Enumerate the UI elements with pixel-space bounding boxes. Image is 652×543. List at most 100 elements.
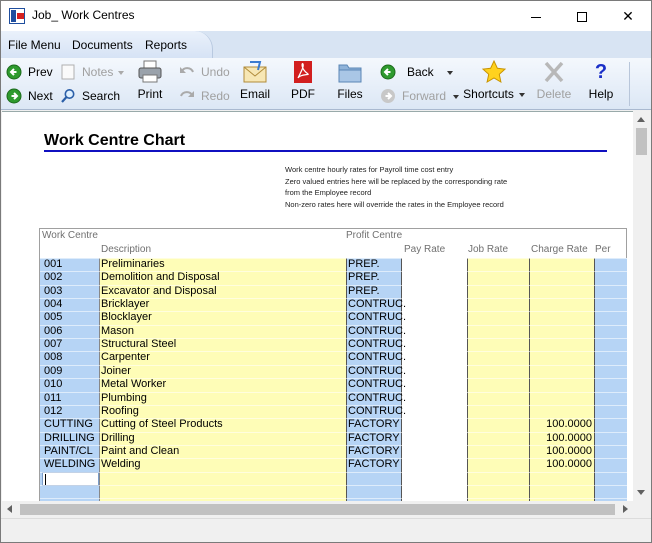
files-button[interactable]: Files	[335, 60, 365, 101]
profit-centre-cell[interactable]: PREP.	[348, 258, 380, 271]
description-cell[interactable]: Welding	[101, 458, 141, 471]
table-row[interactable]: 009 Joiner CONTRUC.	[40, 365, 627, 378]
profit-centre-cell[interactable]: CONTRUC.	[348, 392, 406, 405]
scroll-right-icon[interactable]	[623, 505, 628, 513]
description-cell[interactable]: Bricklayer	[101, 298, 149, 311]
menu-reports[interactable]: Reports	[145, 38, 187, 52]
horizontal-scroll-thumb[interactable]	[20, 504, 615, 515]
forward-button[interactable]: Forward	[380, 86, 460, 106]
minimize-button[interactable]	[513, 1, 559, 31]
profit-centre-cell[interactable]: FACTORY	[348, 445, 400, 458]
work-centre-cell[interactable]: PAINT/CL	[44, 445, 93, 458]
description-cell[interactable]: Mason	[101, 325, 134, 338]
work-centre-cell[interactable]: 001	[44, 258, 62, 271]
table-row[interactable]: 001 Preliminaries PREP.	[40, 258, 627, 271]
undo-button[interactable]: Undo	[179, 62, 233, 82]
redo-button[interactable]: Redo	[179, 86, 233, 106]
menu-documents[interactable]: Documents	[72, 38, 133, 52]
maximize-button[interactable]	[559, 1, 605, 31]
work-centre-cell[interactable]: 003	[44, 285, 62, 298]
description-cell[interactable]: Roofing	[101, 405, 139, 418]
vertical-scroll-thumb[interactable]	[636, 128, 647, 155]
table-row[interactable]: 004 Bricklayer CONTRUC.	[40, 298, 627, 311]
table-row[interactable]: WELDING Welding FACTORY 100.0000	[40, 458, 627, 471]
description-cell[interactable]: Drilling	[101, 432, 135, 445]
work-centre-cell[interactable]: 009	[44, 365, 62, 378]
table-row[interactable]: 007 Structural Steel CONTRUC.	[40, 338, 627, 351]
description-cell[interactable]: Joiner	[101, 365, 131, 378]
scroll-down-icon[interactable]	[637, 490, 645, 495]
profit-centre-cell[interactable]: CONTRUC.	[348, 365, 406, 378]
work-centre-cell[interactable]: 008	[44, 351, 62, 364]
work-centre-cell[interactable]: 005	[44, 311, 62, 324]
description-cell[interactable]: Metal Worker	[101, 378, 166, 391]
table-row[interactable]: 012 Roofing CONTRUC.	[40, 405, 627, 418]
new-work-centre-input[interactable]	[42, 471, 99, 486]
table-row[interactable]: 002 Demolition and Disposal PREP.	[40, 271, 627, 284]
table-row[interactable]: DRILLING Drilling FACTORY 100.0000	[40, 432, 627, 445]
description-cell[interactable]: Blocklayer	[101, 311, 152, 324]
description-cell[interactable]: Excavator and Disposal	[101, 285, 217, 298]
profit-centre-cell[interactable]: CONTRUC.	[348, 405, 406, 418]
charge-rate-cell[interactable]: 100.0000	[546, 432, 592, 445]
horizontal-scrollbar[interactable]	[2, 501, 633, 518]
help-button[interactable]: ? Help	[586, 60, 616, 101]
profit-centre-cell[interactable]: PREP.	[348, 285, 380, 298]
table-row[interactable]: 008 Carpenter CONTRUC.	[40, 351, 627, 364]
table-row[interactable]: 010 Metal Worker CONTRUC.	[40, 378, 627, 391]
profit-centre-cell[interactable]: CONTRUC.	[348, 298, 406, 311]
charge-rate-cell[interactable]: 100.0000	[546, 458, 592, 471]
table-row[interactable]: 003 Excavator and Disposal PREP.	[40, 285, 627, 298]
profit-centre-cell[interactable]: CONTRUC.	[348, 378, 406, 391]
search-button[interactable]: Search	[60, 86, 130, 106]
print-button[interactable]: Print	[135, 60, 165, 101]
shortcuts-button[interactable]: Shortcuts	[461, 60, 527, 101]
menu-file[interactable]: File Menu	[8, 38, 61, 52]
vertical-scrollbar[interactable]	[633, 111, 650, 501]
close-button[interactable]: ✕	[605, 1, 651, 31]
work-centre-cell[interactable]: 007	[44, 338, 62, 351]
scroll-up-icon[interactable]	[637, 117, 645, 122]
profit-centre-cell[interactable]: FACTORY	[348, 458, 400, 471]
work-centre-cell[interactable]: CUTTING	[44, 418, 93, 431]
profit-centre-cell[interactable]: CONTRUC.	[348, 351, 406, 364]
back-button[interactable]: Back	[380, 62, 456, 82]
delete-button[interactable]: Delete	[534, 60, 574, 101]
profit-centre-cell[interactable]: FACTORY	[348, 418, 400, 431]
charge-rate-cell[interactable]: 100.0000	[546, 418, 592, 431]
notes-button[interactable]: Notes	[60, 62, 130, 82]
profit-centre-cell[interactable]: PREP.	[348, 271, 380, 284]
charge-rate-cell[interactable]: 100.0000	[546, 445, 592, 458]
profit-centre-cell[interactable]: CONTRUC.	[348, 311, 406, 324]
description-cell[interactable]: Cutting of Steel Products	[101, 418, 223, 431]
work-centre-cell[interactable]: DRILLING	[44, 432, 95, 445]
table-row[interactable]: 011 Plumbing CONTRUC.	[40, 392, 627, 405]
email-button[interactable]: Email	[238, 60, 272, 101]
description-cell[interactable]: Demolition and Disposal	[101, 271, 220, 284]
description-cell[interactable]: Plumbing	[101, 392, 147, 405]
profit-centre-cell[interactable]: CONTRUC.	[348, 338, 406, 351]
profit-centre-cell[interactable]: CONTRUC.	[348, 325, 406, 338]
profit-centre-cell[interactable]: FACTORY	[348, 432, 400, 445]
work-centre-cell[interactable]: 002	[44, 271, 62, 284]
scroll-left-icon[interactable]	[7, 505, 12, 513]
description-cell[interactable]: Preliminaries	[101, 258, 165, 271]
work-centre-cell[interactable]: 011	[44, 392, 62, 405]
description-cell[interactable]: Carpenter	[101, 351, 150, 364]
work-centre-cell[interactable]: 012	[44, 405, 62, 418]
table-row[interactable]: CUTTING Cutting of Steel Products FACTORY 1…	[40, 418, 627, 431]
description-cell[interactable]: Structural Steel	[101, 338, 176, 351]
table-row[interactable]: 006 Mason CONTRUC.	[40, 325, 627, 338]
app-window: Job_ Work Centres ✕ File Menu Documents …	[0, 0, 652, 543]
work-centre-cell[interactable]: WELDING	[44, 458, 95, 471]
prev-button[interactable]: Prev	[6, 62, 56, 82]
work-centre-cell[interactable]: 004	[44, 298, 62, 311]
work-centre-cell[interactable]: 010	[44, 378, 62, 391]
row-divider	[40, 258, 627, 259]
table-row[interactable]: PAINT/CL Paint and Clean FACTORY 100.0000	[40, 445, 627, 458]
description-cell[interactable]: Paint and Clean	[101, 445, 179, 458]
pdf-button[interactable]: PDF	[289, 60, 317, 101]
table-row[interactable]: 005 Blocklayer CONTRUC.	[40, 311, 627, 324]
next-button[interactable]: Next	[6, 86, 56, 106]
work-centre-cell[interactable]: 006	[44, 325, 62, 338]
